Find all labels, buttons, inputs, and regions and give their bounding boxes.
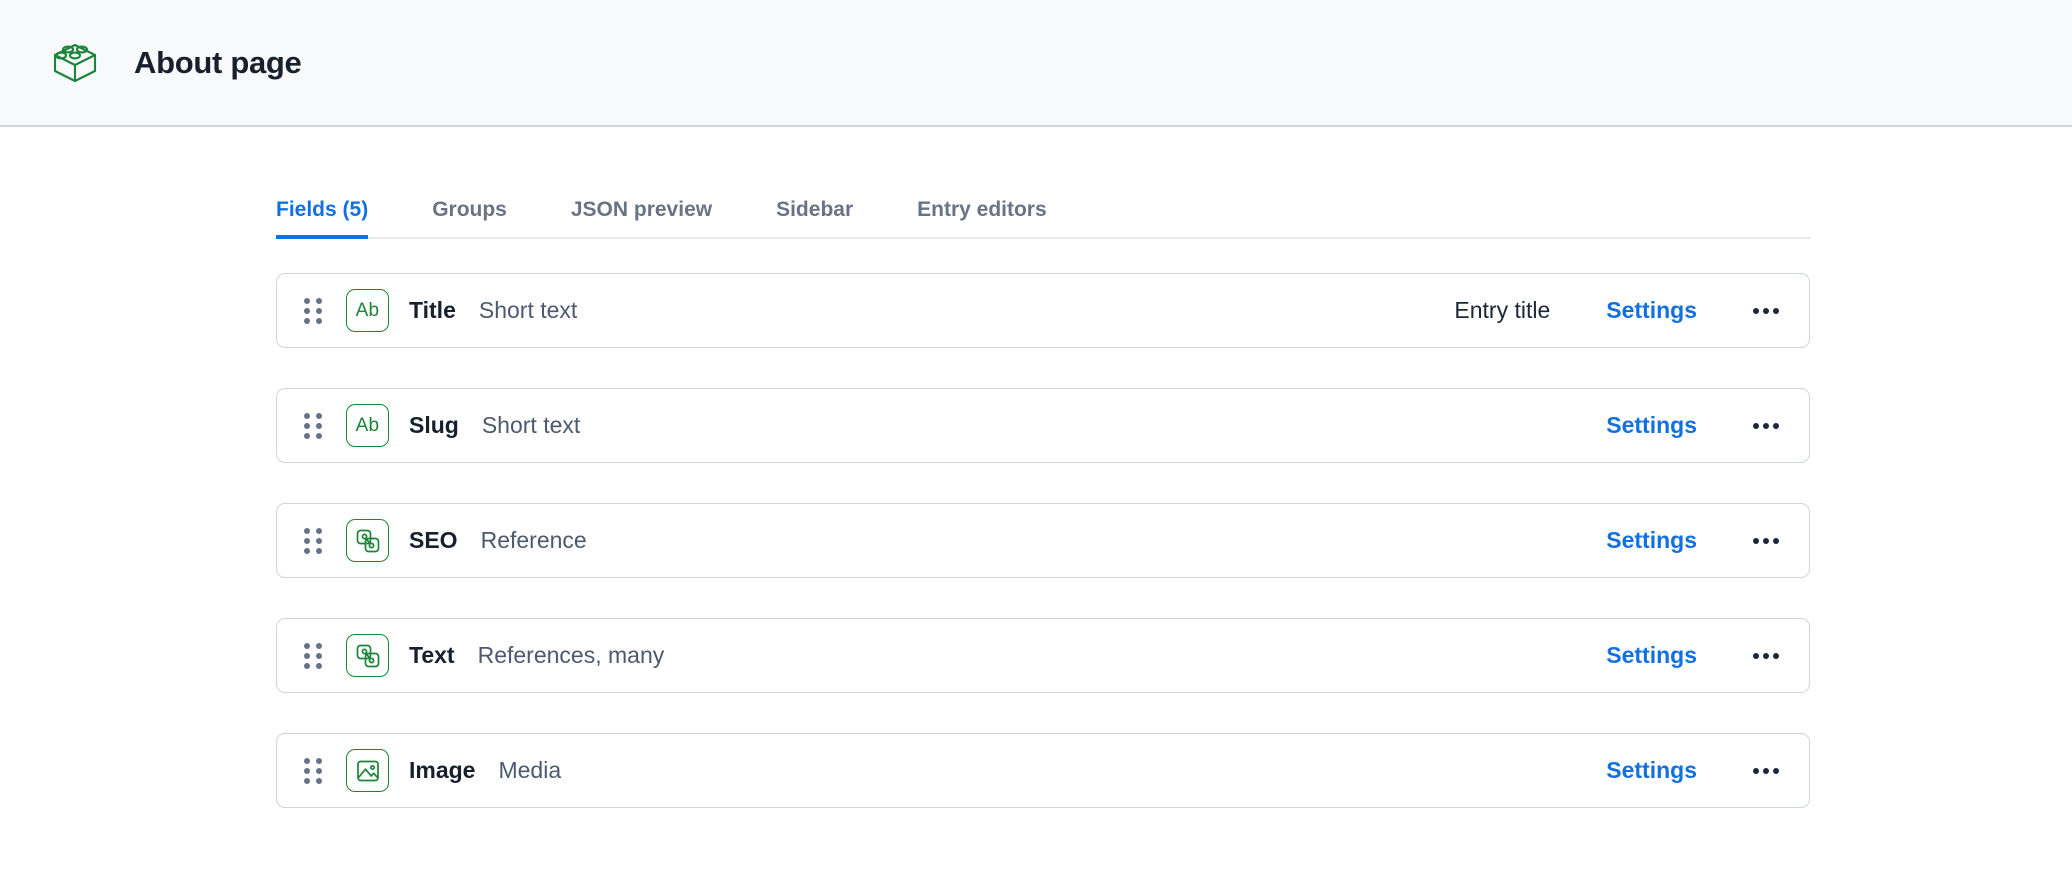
tab-json-preview[interactable]: JSON preview (571, 199, 712, 237)
field-type: Media (498, 757, 561, 784)
ellipsis-icon[interactable] (1747, 292, 1785, 330)
tab-entry-editors[interactable]: Entry editors (917, 199, 1047, 237)
field-name: SEO (409, 527, 458, 554)
page-title: About page (134, 47, 302, 78)
field-row-image[interactable]: Image Media Settings (276, 733, 1810, 808)
fields-list: Ab Title Short text Entry title Settings… (276, 273, 1810, 808)
reference-icon (346, 519, 389, 562)
field-type: Short text (479, 297, 577, 324)
drag-handle-icon[interactable] (303, 645, 323, 667)
main-content: Fields (5) Groups JSON preview Sidebar E… (0, 189, 2072, 808)
field-row-seo[interactable]: SEO Reference Settings (276, 503, 1810, 578)
field-row-slug[interactable]: Ab Slug Short text Settings (276, 388, 1810, 463)
tab-sidebar[interactable]: Sidebar (776, 199, 853, 237)
ellipsis-icon[interactable] (1747, 752, 1785, 790)
settings-link[interactable]: Settings (1606, 642, 1697, 669)
settings-link[interactable]: Settings (1606, 297, 1697, 324)
settings-link[interactable]: Settings (1606, 527, 1697, 554)
app-header: About page (0, 0, 2072, 127)
tab-groups[interactable]: Groups (432, 199, 507, 237)
field-type: Short text (482, 412, 580, 439)
status-badge: Entry title (1454, 297, 1550, 324)
tab-fields[interactable]: Fields (5) (276, 199, 368, 237)
field-name: Text (409, 642, 455, 669)
short-text-icon: Ab (346, 289, 389, 332)
short-text-icon-label: Ab (356, 301, 380, 320)
reference-icon (346, 634, 389, 677)
field-row-title[interactable]: Ab Title Short text Entry title Settings (276, 273, 1810, 348)
lego-brick-icon (47, 35, 103, 91)
tab-bar: Fields (5) Groups JSON preview Sidebar E… (276, 189, 1810, 239)
field-type: References, many (478, 642, 665, 669)
drag-handle-icon[interactable] (303, 415, 323, 437)
field-name: Image (409, 757, 475, 784)
drag-handle-icon[interactable] (303, 760, 323, 782)
ellipsis-icon[interactable] (1747, 522, 1785, 560)
short-text-icon: Ab (346, 404, 389, 447)
field-name: Title (409, 297, 456, 324)
drag-handle-icon[interactable] (303, 300, 323, 322)
field-type: Reference (481, 527, 587, 554)
settings-link[interactable]: Settings (1606, 757, 1697, 784)
ellipsis-icon[interactable] (1747, 407, 1785, 445)
settings-link[interactable]: Settings (1606, 412, 1697, 439)
field-name: Slug (409, 412, 459, 439)
media-image-icon (346, 749, 389, 792)
short-text-icon-label: Ab (356, 416, 380, 435)
drag-handle-icon[interactable] (303, 530, 323, 552)
field-row-text[interactable]: Text References, many Settings (276, 618, 1810, 693)
ellipsis-icon[interactable] (1747, 637, 1785, 675)
